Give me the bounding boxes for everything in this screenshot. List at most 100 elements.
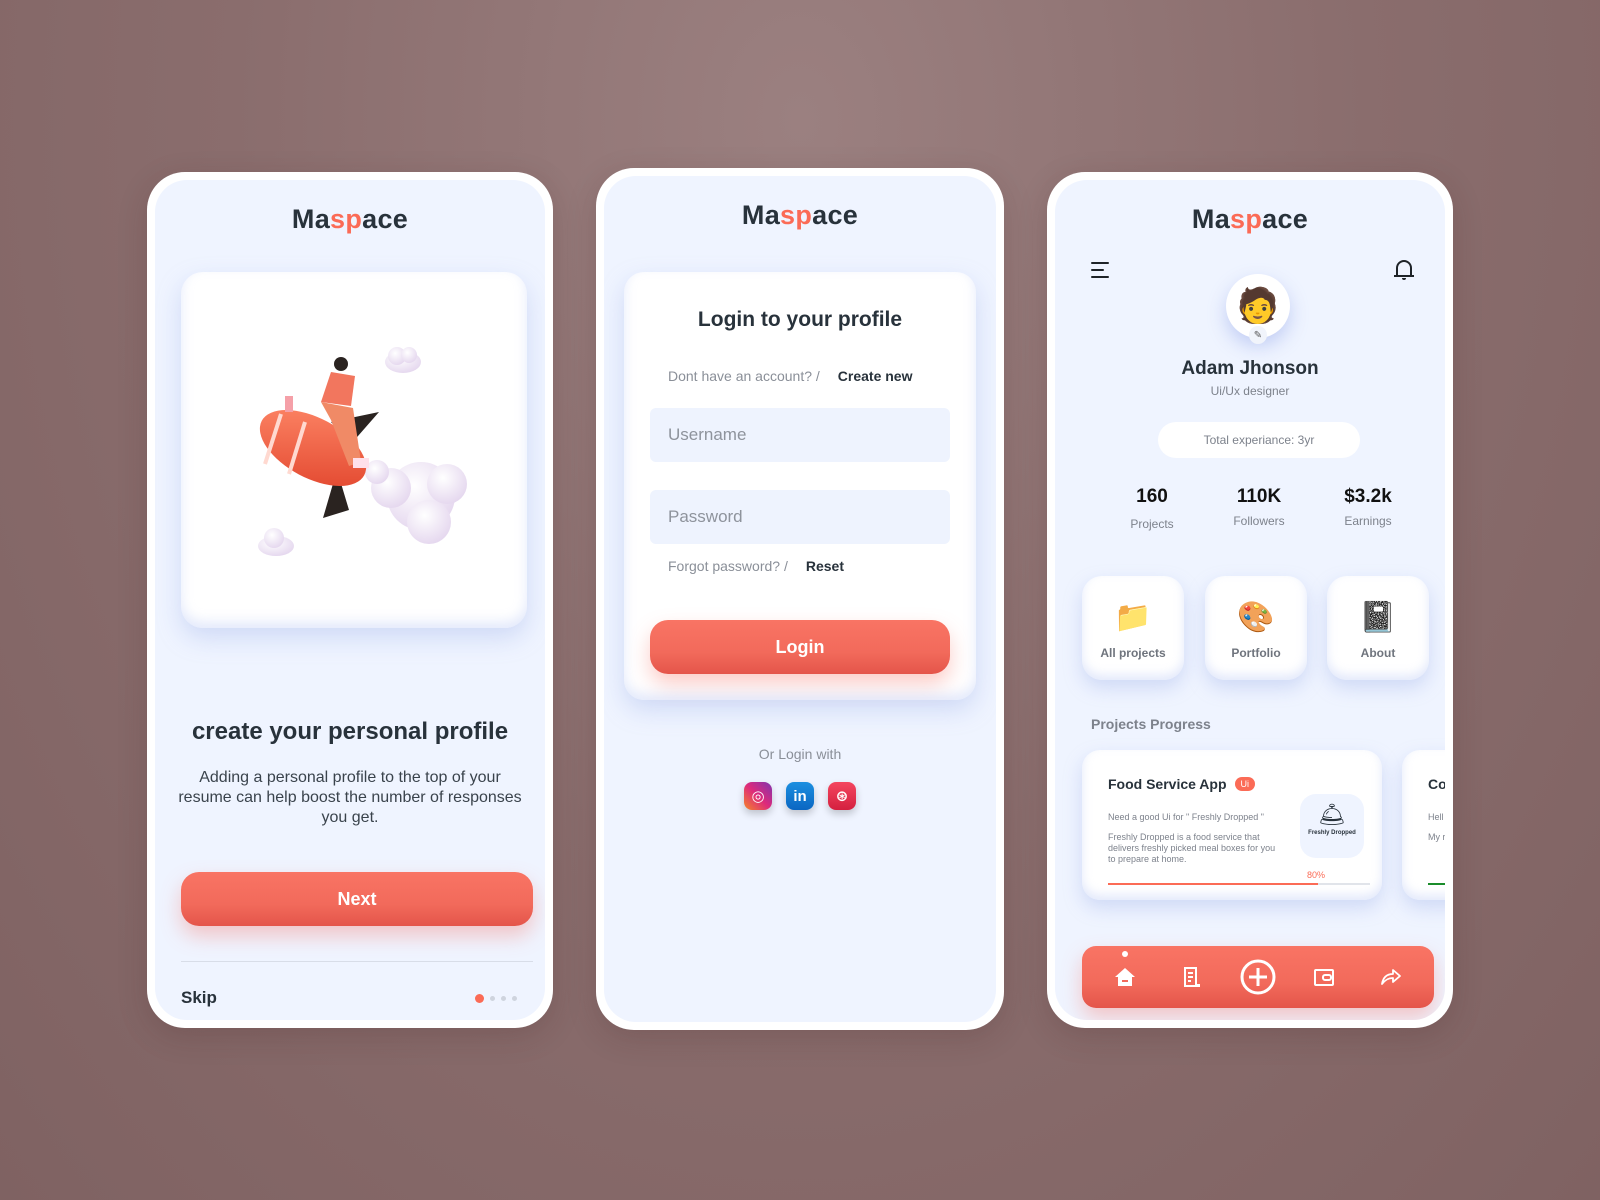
person-body <box>321 372 355 406</box>
forgot-password-text: Forgot password? / <box>668 558 788 574</box>
project-title-row: Food Service App Ui <box>1108 776 1256 792</box>
progress-bar <box>1108 883 1370 885</box>
about-tile[interactable]: 📓 About <box>1327 576 1429 680</box>
login-button[interactable]: Login <box>650 620 950 674</box>
bell-icon[interactable] <box>1393 258 1415 282</box>
login-title: Login to your profile <box>697 308 903 331</box>
progress-percent: 80% <box>1307 870 1326 880</box>
stat-label: Followers <box>1233 514 1285 528</box>
project-subtitle: Need a good Ui for " Freshly Dropped " <box>1108 812 1264 822</box>
dribbble-icon[interactable]: ⊛ <box>828 782 856 810</box>
pagination-dot[interactable] <box>501 996 506 1001</box>
progress-fill <box>1428 883 1445 885</box>
project-card[interactable]: Food Service App Ui Need a good Ui for "… <box>1082 750 1382 900</box>
pagination-dot[interactable] <box>512 996 517 1001</box>
bottom-nav <box>1082 946 1434 1008</box>
project-logo-text: Freshly Dropped <box>1308 830 1356 836</box>
project-description: My r I wo cont <box>1428 832 1445 842</box>
tile-label: All projects <box>1100 646 1166 660</box>
stat-followers: 110K Followers <box>1214 486 1304 528</box>
project-title: Food Service App <box>1108 776 1227 792</box>
pagination-dot-active[interactable] <box>475 994 484 1003</box>
stat-value: $3.2k <box>1344 486 1392 507</box>
create-new-link[interactable]: Create new <box>838 368 913 384</box>
nav-add[interactable] <box>1238 957 1278 997</box>
stat-label: Projects <box>1130 517 1174 531</box>
tile-label: Portfolio <box>1231 646 1281 660</box>
username-input[interactable] <box>650 408 950 462</box>
logo-prefix: Ma <box>291 204 331 234</box>
profile-role: Ui/Ux designer <box>1210 384 1290 398</box>
no-account-text: Dont have an account? / <box>668 368 820 384</box>
portfolio-tile[interactable]: 🎨 Portfolio <box>1205 576 1307 680</box>
nav-documents[interactable] <box>1172 957 1212 997</box>
pagination-dots <box>475 994 517 1003</box>
project-card[interactable]: Co Hell My r I wo cont <box>1402 750 1445 900</box>
person-head <box>334 357 348 371</box>
create-account-row: Dont have an account? / Create new <box>668 368 912 384</box>
wallet-icon <box>1314 969 1335 986</box>
login-screen: Maspace Login to your profile Dont have … <box>596 168 1004 1030</box>
project-badge: Ui <box>1234 777 1256 791</box>
cloche-icon: 🛎 <box>1318 802 1346 827</box>
smoke-cloud-icon <box>365 460 467 544</box>
progress-bar <box>1428 883 1445 885</box>
palette-icon: 🎨 <box>1237 601 1275 634</box>
home-icon <box>1115 968 1136 986</box>
stat-value: 110K <box>1236 486 1282 507</box>
projects-progress-title: Projects Progress <box>1091 716 1211 732</box>
tile-label: About <box>1360 646 1396 660</box>
stat-projects: 160 Projects <box>1107 486 1197 531</box>
logo-prefix: Ma <box>1191 204 1231 234</box>
logo-suffix: ace <box>812 200 859 230</box>
cloud-icon <box>258 528 294 556</box>
app-logo: Maspace <box>1055 204 1445 235</box>
app-logo: Maspace <box>604 200 996 231</box>
reset-link[interactable]: Reset <box>806 558 844 574</box>
logo-suffix: ace <box>362 204 409 234</box>
folder-icon: 📁 <box>1114 601 1152 634</box>
nav-share[interactable] <box>1371 957 1411 997</box>
progress-fill <box>1108 883 1318 885</box>
stat-label: Earnings <box>1344 514 1392 528</box>
onboarding-screen-body: Maspace create your personal profile Add… <box>155 180 545 1020</box>
stat-value: 160 <box>1136 486 1168 507</box>
menu-icon[interactable] <box>1091 262 1109 278</box>
skip-link[interactable]: Skip <box>181 988 217 1008</box>
next-button[interactable]: Next <box>181 872 533 926</box>
all-projects-tile[interactable]: 📁 All projects <box>1082 576 1184 680</box>
stat-earnings: $3.2k Earnings <box>1323 486 1413 528</box>
app-logo: Maspace <box>155 204 545 235</box>
active-indicator <box>1122 951 1129 957</box>
experience-badge: Total experiance: 3yr <box>1158 422 1360 458</box>
forgot-password-row: Forgot password? / Reset <box>668 558 844 574</box>
login-screen-body: Maspace Login to your profile Dont have … <box>604 176 996 1022</box>
project-subtitle: Hell <box>1428 812 1444 822</box>
document-icon <box>1183 967 1200 987</box>
project-title-row: Co <box>1428 776 1445 792</box>
logo-accent: sp <box>780 200 813 230</box>
profile-name: Adam Jhonson <box>1181 358 1319 379</box>
or-login-with-label: Or Login with <box>758 746 842 762</box>
onboarding-title: create your personal profile <box>191 718 509 745</box>
book-icon: 📓 <box>1359 601 1397 634</box>
social-login-row: ◎ in ⊛ <box>604 782 996 810</box>
onboarding-description: Adding a personal profile to the top of … <box>178 769 522 826</box>
nav-wallet[interactable] <box>1304 957 1344 997</box>
logo-prefix: Ma <box>741 200 781 230</box>
laptop-icon <box>285 396 293 412</box>
login-card: Login to your profile Dont have an accou… <box>624 272 976 700</box>
cloud-icon <box>385 347 421 373</box>
pagination-dot[interactable] <box>490 996 495 1001</box>
linkedin-icon[interactable]: in <box>786 782 814 810</box>
share-icon <box>1380 969 1401 985</box>
instagram-icon[interactable]: ◎ <box>744 782 772 810</box>
illustration-card <box>181 272 527 628</box>
password-input[interactable] <box>650 490 950 544</box>
logo-accent: sp <box>1230 204 1263 234</box>
profile-screen-body: Maspace 🧑 ✎ Adam Jhonson Ui/Ux designer … <box>1055 180 1445 1020</box>
edit-avatar-icon[interactable]: ✎ <box>1249 326 1267 344</box>
nav-home[interactable] <box>1105 951 1145 997</box>
add-icon <box>1240 959 1276 995</box>
rocket-rider-illustration <box>258 347 467 556</box>
